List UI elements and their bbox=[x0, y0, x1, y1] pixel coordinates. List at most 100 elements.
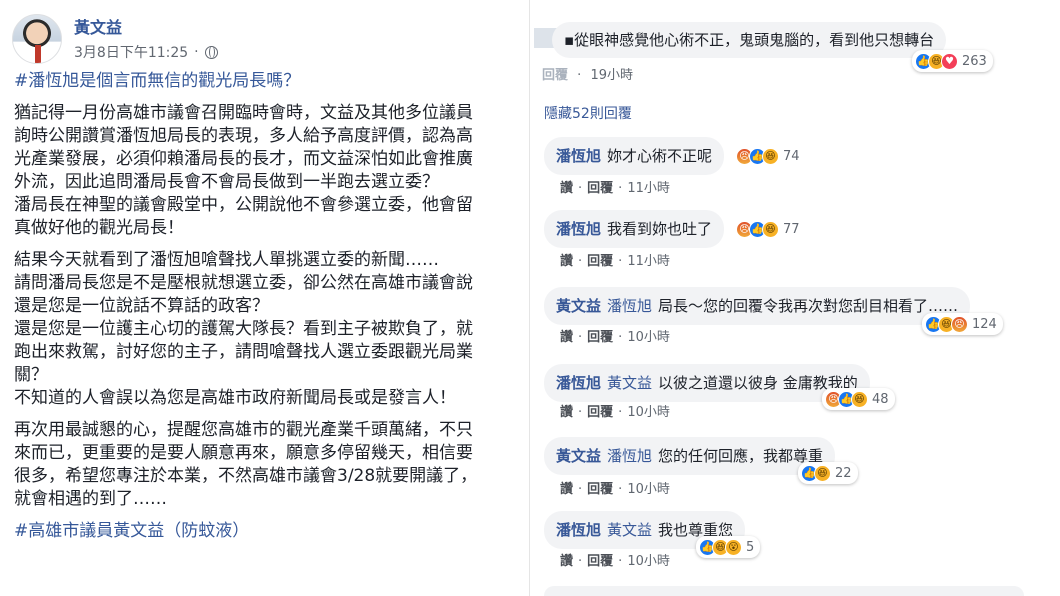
action-separator: · bbox=[618, 482, 623, 497]
comment-time[interactable]: 10小時 bbox=[627, 482, 670, 497]
post-line: 就會相遇的到了…… bbox=[14, 489, 167, 509]
wow-reaction-icon: 😮 bbox=[725, 538, 742, 556]
reply-mention[interactable]: 黃文益 bbox=[607, 521, 652, 539]
post-paragraph-1: 猶記得一月份高雄市議會召開臨時會時，文益及其他多位議員 詢時公開讚賞潘恆旭局長的… bbox=[14, 102, 530, 240]
reply-author[interactable]: 潘恆旭 bbox=[556, 521, 601, 539]
comment-time[interactable]: 10小時 bbox=[627, 554, 670, 569]
reply-mention[interactable]: 潘恆旭 bbox=[607, 447, 652, 465]
haha-reaction-icon: 😆 bbox=[814, 464, 831, 482]
haha-reaction-icon: 😆 bbox=[762, 220, 779, 238]
reply-text: 局長～您的回覆令我再次對您刮目相看了…… bbox=[658, 297, 959, 315]
author-avatar[interactable] bbox=[12, 14, 62, 64]
post-line: 很多，希望您專注於本業，不然高雄市議會3/28就要開議了， bbox=[14, 466, 478, 486]
globe-icon[interactable] bbox=[204, 45, 218, 59]
reaction-count: 5 bbox=[746, 539, 755, 555]
comments-panel: ▪從眼神感覺他心術不正，鬼頭鬼腦的，看到他只想轉台 👍 😆 ♥ 263 回覆 ·… bbox=[530, 0, 1060, 596]
post-line: 詢時公開讚賞潘恆旭局長的表現，多人給予高度評價，認為高 bbox=[14, 126, 473, 146]
top-comment-bubble: ▪從眼神感覺他心術不正，鬼頭鬼腦的，看到他只想轉台 bbox=[552, 22, 947, 58]
post-line: 來而已，更重要的是要人願意再來，願意多停留幾天，相信要 bbox=[14, 443, 473, 463]
like-link[interactable]: 讚 bbox=[560, 482, 573, 497]
reply-text: 妳才心術不正呢 bbox=[607, 147, 713, 165]
reply-link[interactable]: 回覆 bbox=[587, 330, 613, 345]
reply-reactions[interactable]: 👍 😆 😮 5 bbox=[696, 536, 761, 558]
reply-mention[interactable]: 潘恆旭 bbox=[607, 297, 652, 315]
action-separator: · bbox=[578, 181, 583, 196]
haha-reaction-icon: 😆 bbox=[762, 147, 779, 165]
comment-time[interactable]: 11小時 bbox=[627, 254, 670, 269]
post-line: 光產業發展，必須仰賴潘局長的長才，而文益深怕如此會推廣 bbox=[14, 149, 473, 169]
action-separator: · bbox=[618, 254, 623, 269]
action-separator: · bbox=[618, 554, 623, 569]
reply-link[interactable]: 回覆 bbox=[542, 68, 568, 83]
action-separator: · bbox=[618, 181, 623, 196]
angry-reaction-icon: 😠 bbox=[951, 315, 968, 333]
comment-time[interactable]: 10小時 bbox=[627, 405, 670, 420]
reply-bubble: 潘恆旭 我看到妳也吐了 bbox=[544, 210, 725, 248]
reply-author[interactable]: 潘恆旭 bbox=[556, 220, 601, 238]
post-line: 潘局長在神聖的議會殿堂中，公開說他不會參選立委，他會留 bbox=[14, 195, 473, 215]
author-name[interactable]: 黃文益 bbox=[74, 14, 122, 38]
post-paragraph-2: 結果今天就看到了潘恆旭嗆聲找人單挑選立委的新聞…… 請問潘局長您是不是壓根就想選… bbox=[14, 249, 530, 410]
hidden-replies-link[interactable]: 隱藏52則回覆 bbox=[544, 103, 632, 123]
like-link[interactable]: 讚 bbox=[560, 554, 573, 569]
reply-mention[interactable]: 黃文益 bbox=[607, 374, 652, 392]
comment-time[interactable]: 19小時 bbox=[590, 68, 633, 83]
reply-actions: 讚 · 回覆 · 10小時 bbox=[560, 478, 670, 497]
post-meta: 3月8日下午11:25 · bbox=[74, 42, 218, 62]
post-paragraph-3: 再次用最誠懇的心，提醒您高雄市的觀光產業千頭萬緒，不只 來而已，更重要的是要人願… bbox=[14, 419, 530, 511]
facebook-post: 黃文益 3月8日下午11:25 · #潘恆旭是個言而無信的觀光局長嗎？ 猶記得一… bbox=[0, 0, 530, 596]
love-reaction-icon: ♥ bbox=[941, 52, 958, 70]
post-timestamp[interactable]: 3月8日下午11:25 bbox=[74, 42, 188, 62]
comment-time[interactable]: 10小時 bbox=[627, 330, 670, 345]
post-body: #潘恆旭是個言而無信的觀光局長嗎？ 猶記得一月份高雄市議會召開臨時會時，文益及其… bbox=[14, 70, 530, 552]
reply-link[interactable]: 回覆 bbox=[587, 254, 613, 269]
post-title-hashtag[interactable]: #潘恆旭是個言而無信的觀光局長嗎？ bbox=[14, 70, 530, 93]
action-separator: · bbox=[618, 405, 623, 420]
action-separator: · bbox=[577, 68, 582, 83]
post-line: 關？ bbox=[14, 365, 48, 385]
comment-time[interactable]: 11小時 bbox=[627, 181, 670, 196]
reply-author[interactable]: 黃文益 bbox=[556, 297, 601, 315]
top-comment-reactions[interactable]: 👍 😆 ♥ 263 bbox=[912, 50, 993, 72]
reaction-count: 124 bbox=[972, 316, 997, 332]
reply-actions: 讚 · 回覆 · 10小時 bbox=[560, 401, 670, 420]
post-header: 黃文益 3月8日下午11:25 · bbox=[12, 8, 512, 64]
action-separator: · bbox=[578, 405, 583, 420]
post-line: 真做好他的觀光局長！ bbox=[14, 218, 184, 238]
reaction-count: 74 bbox=[783, 148, 800, 164]
reply-link[interactable]: 回覆 bbox=[587, 482, 613, 497]
post-line: 再次用最誠懇的心，提醒您高雄市的觀光產業千頭萬緒，不只 bbox=[14, 420, 473, 440]
reply-link[interactable]: 回覆 bbox=[587, 181, 613, 196]
reply-reactions[interactable]: 👍 😆 😠 124 bbox=[922, 313, 1003, 335]
post-line: 猶記得一月份高雄市議會召開臨時會時，文益及其他多位議員 bbox=[14, 103, 473, 123]
reaction-count: 77 bbox=[783, 221, 800, 237]
reply-author[interactable]: 潘恆旭 bbox=[556, 147, 601, 165]
reply-author[interactable]: 潘恆旭 bbox=[556, 374, 601, 392]
like-link[interactable]: 讚 bbox=[560, 330, 573, 345]
post-line: 還是您是一位護主心切的護駕大隊長？看到主子被欺負了，就 bbox=[14, 319, 473, 339]
post-line: 請問潘局長您是不是壓根就想選立委，卻公然在高雄市議會說 bbox=[14, 273, 473, 293]
reply-reactions[interactable]: 😠 👍 😆 48 bbox=[822, 388, 895, 410]
reply-reactions[interactable]: 😠 👍 😆 77 bbox=[733, 218, 806, 240]
like-link[interactable]: 讚 bbox=[560, 254, 573, 269]
reply-reactions[interactable]: 😠 👍 😆 74 bbox=[733, 145, 806, 167]
post-line: 不知道的人會誤以為您是高雄市政府新聞局長或是發言人！ bbox=[14, 388, 456, 408]
reply-actions: 讚 · 回覆 · 10小時 bbox=[560, 550, 670, 569]
reply-author[interactable]: 黃文益 bbox=[556, 447, 601, 465]
reply-link[interactable]: 回覆 bbox=[587, 405, 613, 420]
action-separator: · bbox=[618, 330, 623, 345]
like-link[interactable]: 讚 bbox=[560, 405, 573, 420]
like-link[interactable]: 讚 bbox=[560, 181, 573, 196]
reply-bubble: 黃文益 潘恆旭 局長～您的回覆令我再次對您刮目相看了…… bbox=[544, 287, 971, 325]
reply-reactions[interactable]: 👍 😆 22 bbox=[798, 462, 858, 484]
reply-bubble: 黃文益 潘恆旭 您的任何回應，我都尊重 bbox=[544, 437, 836, 475]
post-line: 還是您是一位說話不算話的政客？ bbox=[14, 296, 269, 316]
haha-reaction-icon: 😆 bbox=[851, 390, 868, 408]
reply-text: 您的任何回應，我都尊重 bbox=[658, 447, 824, 465]
action-separator: · bbox=[578, 330, 583, 345]
next-reply-bubble-edge bbox=[544, 586, 1024, 596]
action-separator: · bbox=[578, 482, 583, 497]
post-footer-hashtag[interactable]: #高雄市議員黃文益（防蚊液） bbox=[14, 520, 530, 543]
reply-link[interactable]: 回覆 bbox=[587, 554, 613, 569]
reply-actions: 讚 · 回覆 · 11小時 bbox=[560, 250, 670, 269]
